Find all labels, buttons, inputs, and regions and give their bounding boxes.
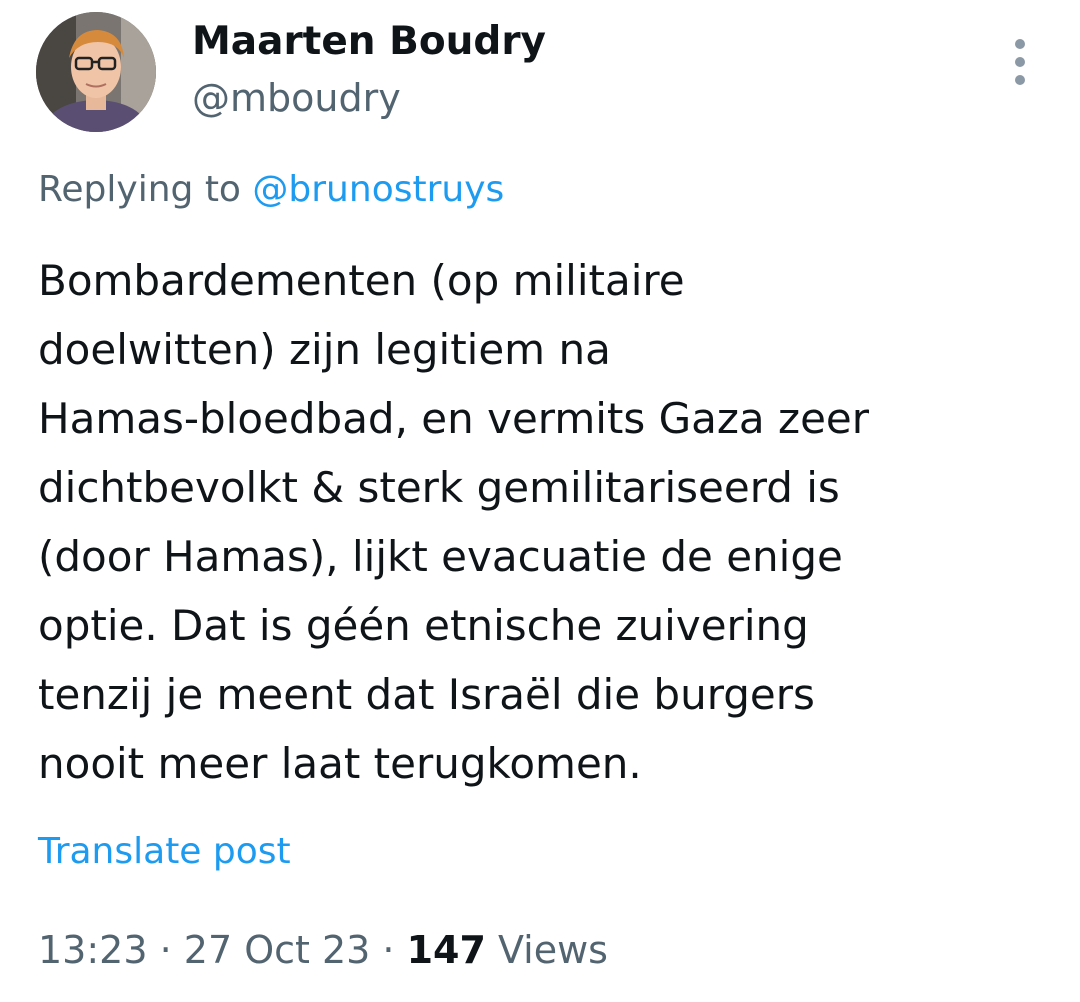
tweet-text: Bombardementen (op militaire doelwitten)… bbox=[38, 256, 870, 788]
author-display-name[interactable]: Maarten Boudry bbox=[192, 18, 546, 66]
views-label: Views bbox=[485, 928, 608, 972]
more-vertical-icon[interactable] bbox=[1000, 38, 1040, 86]
tweet-meta: 13:23 · 27 Oct 23 · 147 Views bbox=[38, 924, 608, 976]
more-dot bbox=[1015, 39, 1025, 49]
tweet-date[interactable]: 27 Oct 23 bbox=[184, 928, 371, 972]
avatar[interactable] bbox=[36, 12, 156, 132]
replying-to-handle-link[interactable]: @brunostruys bbox=[252, 169, 504, 210]
more-dot bbox=[1015, 75, 1025, 85]
tweet-time[interactable]: 13:23 bbox=[38, 928, 148, 972]
translate-post-link[interactable]: Translate post bbox=[38, 826, 291, 878]
replying-to-line: Replying to @brunostruys bbox=[38, 166, 504, 214]
views-count: 147 bbox=[406, 928, 486, 972]
more-dot bbox=[1015, 57, 1025, 67]
meta-separator: · bbox=[370, 928, 407, 972]
replying-to-label: Replying to bbox=[38, 169, 253, 210]
meta-separator: · bbox=[147, 928, 184, 972]
author-handle[interactable]: @mboudry bbox=[192, 74, 401, 122]
profile-photo bbox=[36, 12, 156, 132]
